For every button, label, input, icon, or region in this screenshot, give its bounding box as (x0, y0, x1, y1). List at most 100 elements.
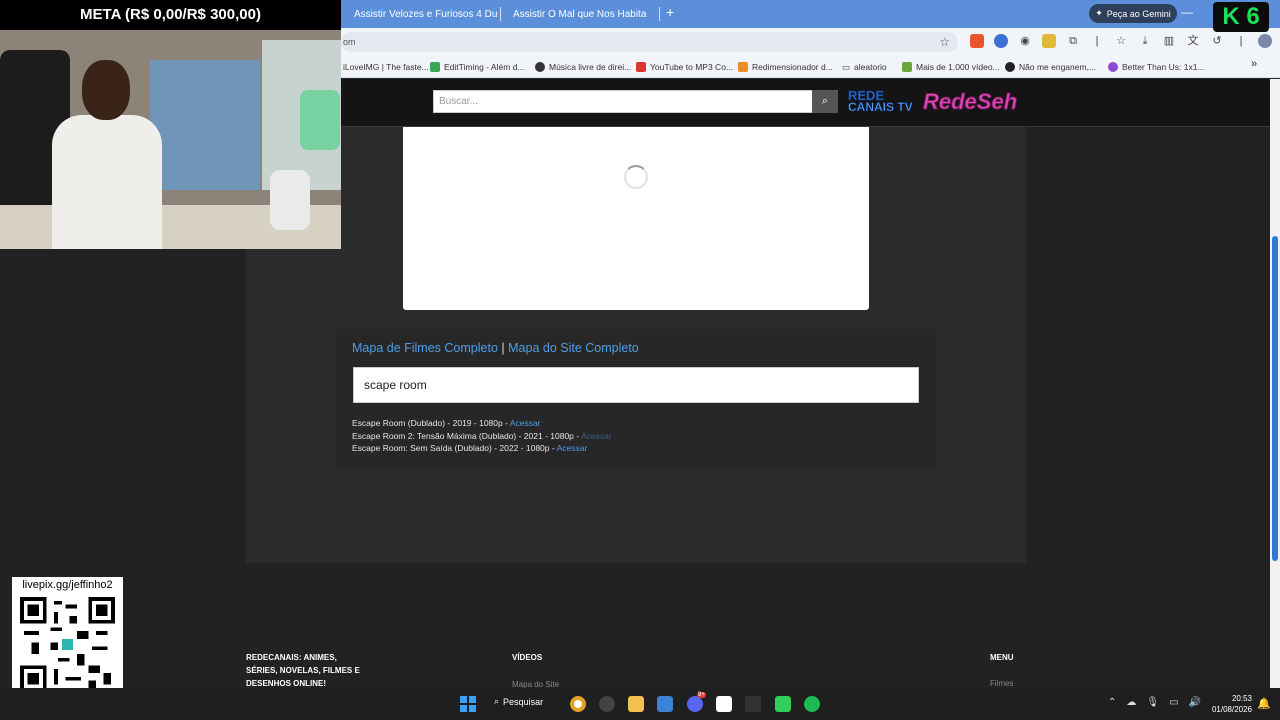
tab-o-mal[interactable]: Assistir O Mal que Nos Habita ✕ (508, 3, 656, 25)
movie-filter-input[interactable]: scape room (353, 367, 919, 403)
microphone-icon[interactable]: 🎙 (1146, 697, 1159, 708)
windows-start-icon[interactable] (460, 696, 476, 712)
extension-icon[interactable]: ◉ (1018, 34, 1032, 48)
tab-velozes[interactable]: Assistir Velozes e Furiosos 4 Du ✕ (349, 3, 497, 25)
pexels-icon (902, 62, 912, 72)
footer-videos-title: VÍDEOS (512, 653, 543, 662)
search-button[interactable]: ⌕ (812, 90, 838, 113)
bookmarks-icon[interactable]: ☆ (1114, 34, 1128, 48)
channel-logo: K 6 (1213, 2, 1269, 32)
bookmark-item[interactable]: Better Than Us: 1x1... (1108, 60, 1205, 74)
youtube-mp3-icon (636, 62, 646, 72)
trash-icon[interactable]: ▥ (1162, 34, 1176, 48)
bookmark-label: EditTiming - Além d... (444, 62, 525, 72)
profile-avatar[interactable] (1258, 34, 1272, 48)
divider: | (1095, 35, 1099, 47)
loading-spinner-icon (624, 165, 648, 189)
discord-badge: 9+ (697, 692, 706, 698)
windows-taskbar: ⌕ Pesquisar 9+ ⌃ ☁ 🎙 ▭ 🔊 20:53 01/08/202… (0, 688, 1280, 720)
office-extension-icon[interactable] (970, 34, 984, 48)
footer-about-title: REDECANAIS: ANIMES, SÉRIES, NOVELAS, FIL… (246, 653, 360, 688)
bookmark-item[interactable]: Redimensionador d... (738, 60, 833, 74)
address-bar[interactable]: om ☆ (341, 32, 958, 52)
notification-icon[interactable]: 🔔 (1257, 697, 1271, 710)
films-map-link[interactable]: Mapa de Filmes Completo (352, 341, 498, 355)
taskbar-clock[interactable]: 20:53 01/08/2026 (1205, 693, 1252, 715)
search-icon: ⌕ (821, 95, 829, 107)
gemini-button[interactable]: ✦ Peça ao Gemini (1089, 4, 1177, 23)
bookmark-item[interactable]: Música livre de direi... (535, 60, 631, 74)
new-tab-button[interactable]: + (666, 4, 674, 20)
livepix-qr-overlay: livepix.gg/jeffinho2 (12, 577, 123, 698)
taskbar-search[interactable]: ⌕ Pesquisar (494, 696, 543, 707)
translate-icon[interactable]: 文 (1186, 34, 1200, 48)
audio-app-icon[interactable] (745, 696, 761, 712)
bookmark-star-icon[interactable]: ☆ (939, 32, 950, 52)
livepix-url: livepix.gg/jeffinho2 (22, 579, 113, 591)
media-app-icon[interactable] (775, 696, 791, 712)
extension-toolbar: ◉ ⧉ | ☆ ⤓ ▥ 文 ↺ | ⋮ (970, 34, 1280, 48)
volume-icon[interactable]: 🔊 (1189, 697, 1201, 708)
bookmark-item[interactable]: iLoveIMG | The faste... (343, 60, 429, 74)
extension-icon[interactable] (994, 34, 1008, 48)
download-icon[interactable]: ⤓ (1138, 34, 1152, 48)
bookmark-folder[interactable]: ▭ aleatorio (842, 60, 887, 74)
puzzle-icon[interactable]: ⧉ (1066, 34, 1080, 48)
tab-separator (659, 7, 660, 21)
onedrive-icon[interactable]: ☁ (1126, 697, 1136, 708)
chrome-icon[interactable] (570, 696, 586, 712)
bookmark-item[interactable]: YouTube to MP3 Co... (636, 60, 733, 74)
list-item: Escape Room 2: Tensão Máxima (Dublado) -… (352, 430, 612, 443)
access-link[interactable]: Acessar (510, 418, 541, 428)
resizer-icon (738, 62, 748, 72)
system-tray: ⌃ ☁ 🎙 ▭ 🔊 (1108, 697, 1201, 708)
list-item: Escape Room: Sem Saída (Dublado) - 2022 … (352, 442, 612, 455)
network-icon[interactable]: ▭ (1169, 697, 1178, 708)
folder-icon: ▭ (842, 61, 851, 72)
bookmark-item[interactable]: EditTiming - Além d... (430, 60, 524, 74)
scroll-thumb[interactable] (1272, 236, 1278, 561)
chevron-up-icon[interactable]: ⌃ (1108, 697, 1116, 708)
site-favicon-icon (1005, 62, 1015, 72)
webcam-person-head (82, 60, 130, 120)
site-logo[interactable]: REDE CANAIS TV RedeSeh (848, 88, 1018, 116)
music-icon (535, 62, 545, 72)
site-favicon-icon (1108, 62, 1118, 72)
edittiming-icon (430, 62, 440, 72)
bookmark-label: YouTube to MP3 Co... (650, 62, 734, 72)
footer-sitemap-link[interactable]: Mapa do Site (512, 680, 559, 688)
bookmark-item[interactable]: Mais de 1.000 vídeo... (902, 60, 1000, 74)
discord-icon[interactable] (687, 696, 703, 712)
bookmark-label: aleatorio (854, 62, 887, 72)
bookmark-item[interactable]: Não me enganem,... (1005, 60, 1096, 74)
result-title: Escape Room 2: Tensão Máxima (Dublado) -… (352, 430, 581, 441)
tab-title: Assistir O Mal que Nos Habita (513, 8, 647, 20)
clock-time: 20:53 (1231, 694, 1252, 703)
qr-code-icon (20, 597, 115, 692)
piano-app-icon[interactable] (716, 696, 732, 712)
webcam-person-body (52, 115, 162, 249)
obs-icon[interactable] (599, 696, 615, 712)
page-scrollbar[interactable] (1270, 79, 1280, 688)
spotify-icon[interactable] (804, 696, 820, 712)
bookmarks-overflow-icon[interactable]: » (1251, 58, 1257, 70)
file-explorer-icon[interactable] (628, 696, 644, 712)
store-icon[interactable] (657, 696, 673, 712)
webcam-led-glow (300, 90, 340, 150)
bookmark-label: Mais de 1.000 vídeo... (916, 62, 1000, 72)
map-links: Mapa de Filmes Completo | Mapa do Site C… (352, 341, 639, 355)
video-player[interactable] (403, 127, 869, 310)
clock-date: 01/08/2026 (1211, 705, 1252, 714)
history-icon[interactable]: ↺ (1210, 34, 1224, 48)
results-list: Escape Room (Dublado) - 2019 - 1080p - A… (352, 417, 612, 455)
access-link[interactable]: Acessar (557, 443, 588, 453)
webcam-shelf (150, 60, 260, 190)
site-footer: REDECANAIS: ANIMES, SÉRIES, NOVELAS, FIL… (0, 639, 1270, 688)
site-search-input[interactable]: Buscar... (433, 90, 813, 113)
site-map-link[interactable]: Mapa do Site Completo (508, 341, 639, 355)
footer-films-link[interactable]: Filmes (990, 679, 1014, 688)
minimize-button[interactable]: — (1181, 5, 1193, 19)
extension-icon[interactable] (1042, 34, 1056, 48)
access-link[interactable]: Acessar (581, 431, 612, 441)
link-separator: | (501, 341, 505, 355)
